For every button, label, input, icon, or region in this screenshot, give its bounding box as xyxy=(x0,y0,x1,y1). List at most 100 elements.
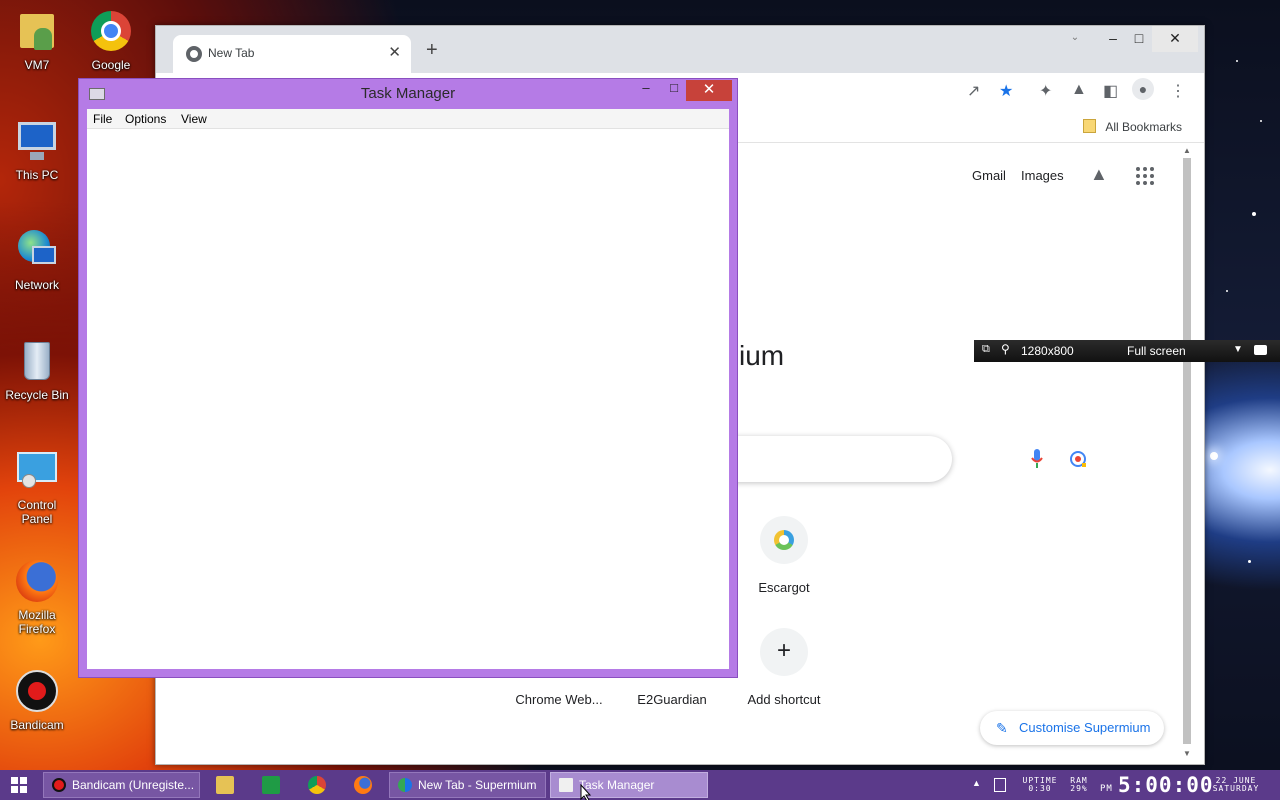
camera-icon[interactable] xyxy=(1254,345,1267,355)
images-link[interactable]: Images xyxy=(1021,168,1064,183)
scrollbar[interactable]: ▲ ▼ xyxy=(1180,144,1194,764)
desktop-icon-label: Control Panel xyxy=(17,498,57,526)
desktop-icon-vm7[interactable]: VM7 xyxy=(0,8,74,72)
chrome-icon[interactable] xyxy=(308,776,326,794)
shortcut-label: Escargot xyxy=(758,580,810,595)
pencil-icon: ✎ xyxy=(996,720,1008,736)
maximize-button[interactable]: □ xyxy=(663,80,685,101)
desktop-icon-firefox[interactable]: Mozilla Firefox xyxy=(0,558,74,636)
desktop-icon-network[interactable]: Network xyxy=(0,228,74,292)
bandicam-overlay-bar[interactable]: ⧉ ⚲ 1280x800 Full screen ▼ xyxy=(974,340,1280,362)
spreadsheet-icon[interactable] xyxy=(262,776,280,794)
taskbar: Bandicam (Unregiste... New Tab - Supermi… xyxy=(0,770,1280,800)
shortcut-label: Add shortcut xyxy=(747,692,821,707)
task-manager-icon xyxy=(559,778,573,792)
extensions-icon[interactable]: ✦ xyxy=(1039,81,1052,101)
ampm-indicator: PM xyxy=(1100,784,1113,794)
ram-widget: RAM 29% xyxy=(1064,777,1094,793)
star xyxy=(1236,60,1238,62)
bandicam-icon xyxy=(14,668,60,714)
taskbar-button-task-manager[interactable]: Task Manager xyxy=(550,772,708,798)
all-bookmarks-link[interactable]: All Bookmarks xyxy=(1105,120,1182,134)
dropdown-icon[interactable]: ▼ xyxy=(1233,344,1243,355)
desktop-icon-label: Recycle Bin xyxy=(5,388,69,402)
taskbar-button-bandicam[interactable]: Bandicam (Unregiste... xyxy=(43,772,200,798)
file-explorer-icon[interactable] xyxy=(216,776,234,794)
taskbar-button-label: New Tab - Supermium xyxy=(418,778,537,792)
scroll-up-icon[interactable]: ▲ xyxy=(1180,146,1194,155)
labs-flask-icon[interactable]: ▲ xyxy=(1090,164,1108,185)
desktop-icon-chrome[interactable]: Google Chrome xyxy=(74,8,148,72)
desktop-icon-bandicam[interactable]: Bandicam xyxy=(0,668,74,732)
tab-title: New Tab xyxy=(208,46,255,60)
brand-logo-text: ium xyxy=(739,340,785,371)
side-panel-icon[interactable]: ◧ xyxy=(1103,81,1118,101)
mode-text[interactable]: Full screen xyxy=(1127,344,1186,358)
tab-new-tab[interactable]: New Tab ✕ xyxy=(173,35,411,73)
share-icon[interactable]: ↗ xyxy=(967,81,980,101)
desktop-icon-control-panel[interactable]: Control Panel xyxy=(0,448,74,526)
scrollbar-thumb[interactable] xyxy=(1183,158,1191,744)
menu-view[interactable]: View xyxy=(181,112,207,126)
resolution-text: 1280x800 xyxy=(1021,344,1074,358)
recycle-bin-icon xyxy=(14,338,60,384)
close-window-button[interactable]: ✕ xyxy=(1152,26,1198,52)
desktop-icon-label: VM7 xyxy=(24,58,50,72)
tab-strip: New Tab ✕ + ⌄ – □ ✕ xyxy=(156,26,1204,73)
firefox-icon xyxy=(14,558,60,604)
ram-value: 29% xyxy=(1070,784,1088,793)
star xyxy=(1252,212,1256,216)
close-tab-icon[interactable]: ✕ xyxy=(388,43,401,61)
desktop-icon-label: Mozilla Firefox xyxy=(18,608,56,636)
profile-icon[interactable]: ● xyxy=(1132,78,1154,100)
star xyxy=(1226,290,1228,292)
apps-grid-icon[interactable] xyxy=(1136,167,1156,187)
mouse-cursor-icon xyxy=(580,784,592,800)
network-icon xyxy=(14,228,60,274)
task-manager-body xyxy=(87,129,729,669)
desktop-icon-this-pc[interactable]: This PC xyxy=(0,118,74,182)
folder-user-icon xyxy=(14,8,60,54)
taskbar-button-supermium[interactable]: New Tab - Supermium xyxy=(389,772,546,798)
star xyxy=(1260,120,1262,122)
menu-icon[interactable]: ⋮ xyxy=(1170,81,1186,101)
customise-button[interactable]: ✎ Customise Supermium xyxy=(980,711,1164,745)
zoom-icon[interactable]: ⚲ xyxy=(1001,342,1010,356)
tab-favicon-icon xyxy=(186,46,202,62)
desktop-icon-label: Network xyxy=(14,278,59,292)
close-window-button[interactable]: ✕ xyxy=(686,80,732,101)
star xyxy=(1210,452,1218,460)
firefox-icon[interactable] xyxy=(354,776,372,794)
menu-options[interactable]: Options xyxy=(125,112,166,126)
bookmark-star-icon[interactable]: ★ xyxy=(999,81,1013,101)
shortcut-escargot[interactable]: Escargot xyxy=(728,516,840,595)
desktop-icon-recycle-bin[interactable]: Recycle Bin xyxy=(0,338,74,402)
task-manager-window[interactable]: Task Manager – □ ✕ File Options View xyxy=(78,78,738,678)
add-icon: + xyxy=(760,628,808,676)
minimize-button[interactable]: – xyxy=(635,80,657,101)
window-mode-icon[interactable]: ⧉ xyxy=(982,343,990,356)
menu-file[interactable]: File xyxy=(93,112,112,126)
folder-icon xyxy=(1083,119,1096,133)
scroll-down-icon[interactable]: ▼ xyxy=(1180,749,1194,758)
shortcut-add[interactable]: + Add shortcut xyxy=(728,628,840,707)
desktop-icon-label: Google Chrome xyxy=(91,58,131,72)
new-tab-button[interactable]: + xyxy=(426,39,438,62)
start-button[interactable] xyxy=(11,777,27,793)
show-hidden-icons-icon[interactable]: ▲ xyxy=(972,778,981,788)
lens-icon[interactable] xyxy=(1069,450,1087,468)
escargot-icon xyxy=(760,516,808,564)
shortcut-label: E2Guardian xyxy=(637,692,707,707)
desktop-icon-label: Bandicam xyxy=(10,718,64,732)
notification-icon[interactable] xyxy=(994,778,1006,792)
gmail-link[interactable]: Gmail xyxy=(972,168,1006,183)
mic-icon[interactable] xyxy=(1031,449,1043,469)
clock-date[interactable]: 22 JUNE SATURDAY xyxy=(1204,777,1268,793)
labs-flask-icon[interactable]: ▲ xyxy=(1071,81,1087,99)
clock-time[interactable]: 5:00:00 xyxy=(1118,773,1214,797)
supermium-icon xyxy=(398,778,412,792)
shortcut-label: Chrome Web... xyxy=(515,692,603,707)
uptime-value: 0:30 xyxy=(1028,784,1052,793)
desktop-icon-label: This PC xyxy=(15,168,59,182)
control-panel-icon xyxy=(14,448,60,494)
